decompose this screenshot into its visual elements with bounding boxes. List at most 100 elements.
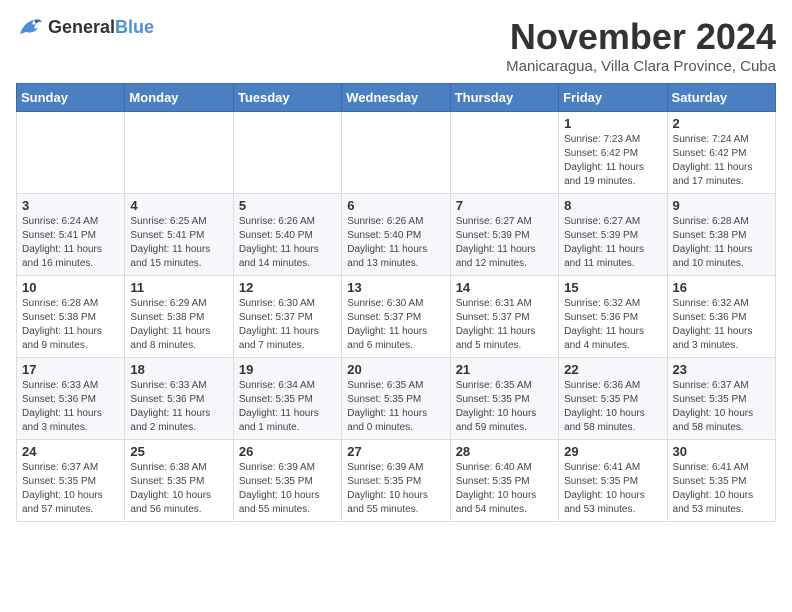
day-info: Sunrise: 6:35 AM Sunset: 5:35 PM Dayligh…	[347, 379, 444, 435]
day-number: 21	[456, 362, 553, 377]
calendar-cell: 24 Sunrise: 6:37 AM Sunset: 5:35 PM Dayli…	[17, 440, 125, 522]
calendar-cell: 30 Sunrise: 6:41 AM Sunset: 5:35 PM Dayli…	[667, 440, 775, 522]
calendar-cell: 28 Sunrise: 6:40 AM Sunset: 5:35 PM Dayli…	[450, 440, 558, 522]
header: GeneralBlue November 2024 Manicaragua, V…	[16, 16, 776, 75]
day-number: 3	[22, 198, 119, 213]
day-number: 2	[673, 116, 770, 131]
calendar-cell: 10Sunrise: 6:28 AM Sunset: 5:38 PM Dayli…	[17, 276, 125, 358]
title-area: November 2024 Manicaragua, Villa Clara P…	[506, 16, 776, 75]
day-number: 30	[673, 444, 770, 459]
day-number: 5	[239, 198, 336, 213]
day-info: Sunrise: 6:39 AM Sunset: 5:35 PM Dayligh…	[239, 461, 336, 517]
weekday-header-sunday: Sunday	[17, 84, 125, 112]
day-info: Sunrise: 6:30 AM Sunset: 5:37 PM Dayligh…	[239, 297, 336, 353]
calendar-cell: 8 Sunrise: 6:27 AM Sunset: 5:39 PM Daylig…	[559, 194, 667, 276]
day-info: Sunrise: 6:41 AM Sunset: 5:35 PM Dayligh…	[564, 461, 661, 517]
day-info: Sunrise: 6:37 AM Sunset: 5:35 PM Dayligh…	[673, 379, 770, 435]
day-info: Sunrise: 6:26 AM Sunset: 5:40 PM Dayligh…	[239, 215, 336, 271]
day-info: Sunrise: 6:28 AM Sunset: 5:38 PM Dayligh…	[673, 215, 770, 271]
calendar-cell	[342, 112, 450, 194]
day-number: 16	[673, 280, 770, 295]
day-info: Sunrise: 6:26 AM Sunset: 5:40 PM Dayligh…	[347, 215, 444, 271]
calendar-cell: 7Sunrise: 6:27 AM Sunset: 5:39 PM Daylig…	[450, 194, 558, 276]
day-number: 14	[456, 280, 553, 295]
week-row-2: 3 Sunrise: 6:24 AM Sunset: 5:41 PM Daylig…	[17, 194, 776, 276]
day-info: Sunrise: 6:31 AM Sunset: 5:37 PM Dayligh…	[456, 297, 553, 353]
day-number: 26	[239, 444, 336, 459]
day-info: Sunrise: 6:36 AM Sunset: 5:35 PM Dayligh…	[564, 379, 661, 435]
calendar-cell: 21 Sunrise: 6:35 AM Sunset: 5:35 PM Dayli…	[450, 358, 558, 440]
day-info: Sunrise: 6:34 AM Sunset: 5:35 PM Dayligh…	[239, 379, 336, 435]
day-info: Sunrise: 6:27 AM Sunset: 5:39 PM Dayligh…	[456, 215, 553, 271]
day-number: 19	[239, 362, 336, 377]
weekday-header-thursday: Thursday	[450, 84, 558, 112]
day-number: 25	[130, 444, 227, 459]
calendar-cell	[233, 112, 341, 194]
day-info: Sunrise: 6:38 AM Sunset: 5:35 PM Dayligh…	[130, 461, 227, 517]
day-info: Sunrise: 6:39 AM Sunset: 5:35 PM Dayligh…	[347, 461, 444, 517]
calendar-cell: 23 Sunrise: 6:37 AM Sunset: 5:35 PM Dayli…	[667, 358, 775, 440]
calendar-cell: 13 Sunrise: 6:30 AM Sunset: 5:37 PM Dayli…	[342, 276, 450, 358]
calendar-cell: 25 Sunrise: 6:38 AM Sunset: 5:35 PM Dayli…	[125, 440, 233, 522]
day-number: 18	[130, 362, 227, 377]
day-number: 11	[130, 280, 227, 295]
day-number: 9	[673, 198, 770, 213]
calendar-cell	[125, 112, 233, 194]
logo: GeneralBlue	[16, 16, 154, 38]
day-number: 23	[673, 362, 770, 377]
calendar-cell: 20Sunrise: 6:35 AM Sunset: 5:35 PM Dayli…	[342, 358, 450, 440]
day-info: Sunrise: 6:41 AM Sunset: 5:35 PM Dayligh…	[673, 461, 770, 517]
day-info: Sunrise: 6:32 AM Sunset: 5:36 PM Dayligh…	[673, 297, 770, 353]
week-row-4: 17Sunrise: 6:33 AM Sunset: 5:36 PM Dayli…	[17, 358, 776, 440]
day-number: 12	[239, 280, 336, 295]
day-number: 1	[564, 116, 661, 131]
week-row-5: 24 Sunrise: 6:37 AM Sunset: 5:35 PM Dayli…	[17, 440, 776, 522]
day-info: Sunrise: 6:28 AM Sunset: 5:38 PM Dayligh…	[22, 297, 119, 353]
weekday-header-wednesday: Wednesday	[342, 84, 450, 112]
calendar-cell: 22Sunrise: 6:36 AM Sunset: 5:35 PM Dayli…	[559, 358, 667, 440]
calendar-cell: 16 Sunrise: 6:32 AM Sunset: 5:36 PM Dayli…	[667, 276, 775, 358]
calendar-cell	[17, 112, 125, 194]
calendar-cell: 4 Sunrise: 6:25 AM Sunset: 5:41 PM Daylig…	[125, 194, 233, 276]
day-info: Sunrise: 6:37 AM Sunset: 5:35 PM Dayligh…	[22, 461, 119, 517]
calendar-cell: 12 Sunrise: 6:30 AM Sunset: 5:37 PM Dayli…	[233, 276, 341, 358]
day-info: Sunrise: 6:33 AM Sunset: 5:36 PM Dayligh…	[130, 379, 227, 435]
calendar-cell: 26 Sunrise: 6:39 AM Sunset: 5:35 PM Dayli…	[233, 440, 341, 522]
day-info: Sunrise: 6:30 AM Sunset: 5:37 PM Dayligh…	[347, 297, 444, 353]
day-number: 13	[347, 280, 444, 295]
calendar-cell: 11 Sunrise: 6:29 AM Sunset: 5:38 PM Dayli…	[125, 276, 233, 358]
logo-bird-icon	[16, 16, 44, 38]
weekday-header-tuesday: Tuesday	[233, 84, 341, 112]
month-title: November 2024	[506, 16, 776, 58]
day-info: Sunrise: 6:33 AM Sunset: 5:36 PM Dayligh…	[22, 379, 119, 435]
calendar-cell: 29Sunrise: 6:41 AM Sunset: 5:35 PM Dayli…	[559, 440, 667, 522]
day-info: Sunrise: 6:35 AM Sunset: 5:35 PM Dayligh…	[456, 379, 553, 435]
calendar-cell: 17Sunrise: 6:33 AM Sunset: 5:36 PM Dayli…	[17, 358, 125, 440]
calendar-cell: 2Sunrise: 7:24 AM Sunset: 6:42 PM Daylig…	[667, 112, 775, 194]
calendar-cell: 3 Sunrise: 6:24 AM Sunset: 5:41 PM Daylig…	[17, 194, 125, 276]
calendar-table: SundayMondayTuesdayWednesdayThursdayFrid…	[16, 83, 776, 522]
day-info: Sunrise: 6:24 AM Sunset: 5:41 PM Dayligh…	[22, 215, 119, 271]
weekday-header-row: SundayMondayTuesdayWednesdayThursdayFrid…	[17, 84, 776, 112]
calendar-cell: 5 Sunrise: 6:26 AM Sunset: 5:40 PM Daylig…	[233, 194, 341, 276]
day-number: 6	[347, 198, 444, 213]
weekday-header-saturday: Saturday	[667, 84, 775, 112]
day-info: Sunrise: 7:23 AM Sunset: 6:42 PM Dayligh…	[564, 133, 661, 189]
calendar-cell: 1 Sunrise: 7:23 AM Sunset: 6:42 PM Daylig…	[559, 112, 667, 194]
calendar-cell: 6 Sunrise: 6:26 AM Sunset: 5:40 PM Daylig…	[342, 194, 450, 276]
day-info: Sunrise: 6:25 AM Sunset: 5:41 PM Dayligh…	[130, 215, 227, 271]
weekday-header-monday: Monday	[125, 84, 233, 112]
calendar-cell: 18 Sunrise: 6:33 AM Sunset: 5:36 PM Dayli…	[125, 358, 233, 440]
day-info: Sunrise: 6:29 AM Sunset: 5:38 PM Dayligh…	[130, 297, 227, 353]
day-info: Sunrise: 6:32 AM Sunset: 5:36 PM Dayligh…	[564, 297, 661, 353]
day-number: 27	[347, 444, 444, 459]
day-info: Sunrise: 6:27 AM Sunset: 5:39 PM Dayligh…	[564, 215, 661, 271]
day-info: Sunrise: 6:40 AM Sunset: 5:35 PM Dayligh…	[456, 461, 553, 517]
week-row-3: 10Sunrise: 6:28 AM Sunset: 5:38 PM Dayli…	[17, 276, 776, 358]
logo-blue-text: Blue	[115, 17, 154, 37]
day-number: 4	[130, 198, 227, 213]
day-number: 28	[456, 444, 553, 459]
day-number: 8	[564, 198, 661, 213]
day-number: 24	[22, 444, 119, 459]
day-number: 15	[564, 280, 661, 295]
